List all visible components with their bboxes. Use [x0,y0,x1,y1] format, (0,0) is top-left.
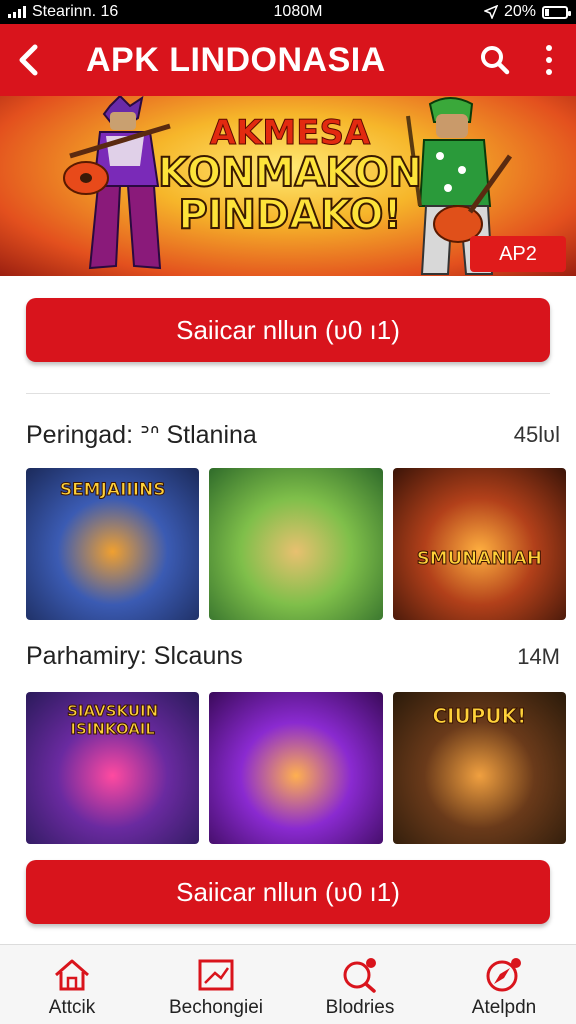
battery-fill [545,8,549,16]
banner-line-1: AKMESA [209,113,371,153]
thumbnail-title: SEMJAIIINS [59,480,166,501]
thumbnail-row-1: SEMJAIIINS SMUNANIAH [26,468,566,620]
game-thumbnail[interactable]: SEMJAIIINS [26,468,200,620]
bottom-navigation: Attcik Bechongiei Blodries Atelpdn [0,944,576,1024]
game-thumbnail[interactable] [209,692,383,844]
game-thumbnail[interactable]: CIUPUK! [392,692,566,844]
nav-item-search[interactable]: Blodries [288,945,432,1024]
search-icon [481,46,510,75]
section-title: Parhamiry: Slcauns [26,642,243,670]
signal-icon [8,6,26,18]
section-header-1: Peringad: ᐣᐢ Stlanina 45lʋl [26,420,560,450]
banner-line-3: PINDAKO! [177,191,402,238]
back-button[interactable] [0,24,56,96]
more-options-button[interactable] [522,24,576,96]
game-thumbnail[interactable] [209,468,383,620]
nav-label: Attcik [48,997,96,1018]
section-header-2: Parhamiry: Slcauns 14M [26,642,560,671]
primary-action-button-bottom[interactable]: Saiicar nllun (ʋ0 ı1) [26,860,550,924]
back-arrow-icon [19,44,38,76]
home-icon [55,959,89,991]
section-count: 45lʋl [513,422,560,447]
location-icon [483,5,498,19]
section-count: 14M [517,643,560,669]
game-thumbnail[interactable]: SIAVSKUIN ISINKOAIL [26,692,200,844]
battery-percent: 20% [503,3,536,20]
banner-badge[interactable]: AP2 [470,236,566,272]
app-bar: APK LINDONASIA [0,24,576,96]
compass-icon [486,958,521,992]
more-vert-icon [546,45,552,75]
divider [26,393,550,394]
thumbnail-title: SIAVSKUIN ISINKOAIL [67,702,159,739]
chart-icon [198,959,234,991]
app-title: APK LINDONASIA [86,40,386,79]
thumbnail-title: CIUPUK! [432,704,527,729]
nav-label: Atelpdn [471,997,537,1018]
battery-icon [542,5,571,19]
primary-action-button-top[interactable]: Saiicar nllun (ʋ0 ı1) [26,298,550,362]
game-thumbnail[interactable]: SMUNANIAH [392,468,566,620]
banner-line-2: KONMAKON [157,149,423,196]
nav-item-home[interactable]: Attcik [0,945,144,1024]
nav-label: Blodries [325,997,395,1018]
search-icon [343,958,376,993]
status-bar: Stearinn. 16 1080M 20% [0,0,576,24]
thumbnail-row-2: SIAVSKUIN ISINKOAIL CIUPUK! [26,692,566,844]
nav-item-charts[interactable]: Bechongiei [144,945,288,1024]
thumbnail-title: SMUNANIAH [416,548,542,570]
carrier-text: Stearinn. 16 [32,3,119,20]
banner-headline: AKMESA KONMAKON PINDAKO! [150,113,430,238]
search-button[interactable] [468,24,522,96]
nav-item-explore[interactable]: Atelpdn [432,945,576,1024]
promo-banner[interactable]: AKMESA KONMAKON PINDAKO! AP2 [0,96,576,276]
status-right: 20% [428,3,571,21]
status-time: 1080M [273,3,323,20]
nav-label: Bechongiei [168,997,264,1018]
section-title: Peringad: ᐣᐢ Stlanina [26,421,257,449]
